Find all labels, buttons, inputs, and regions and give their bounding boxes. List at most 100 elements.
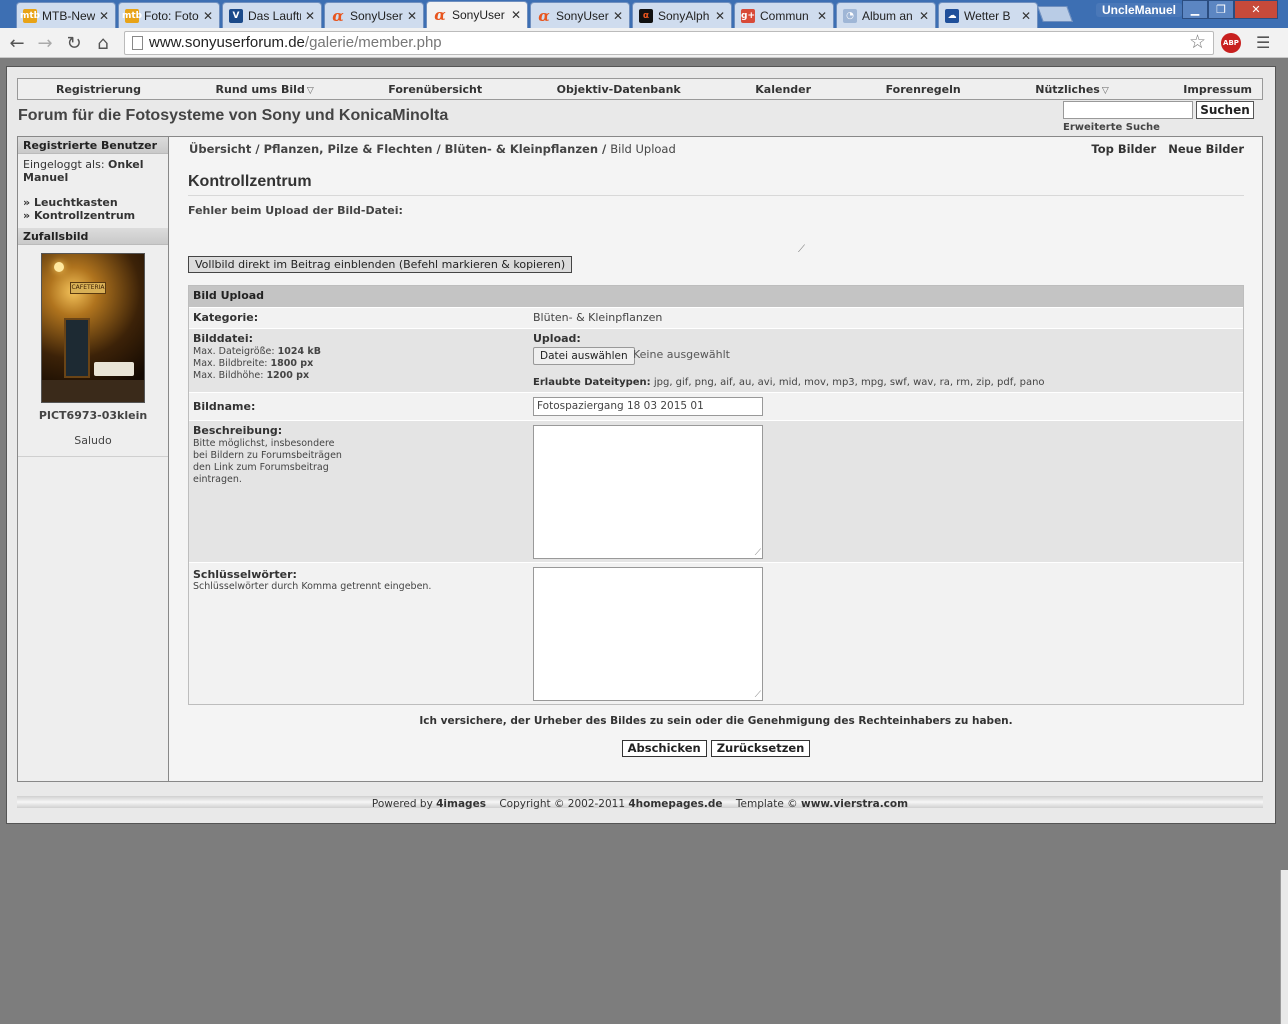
nav-impressum[interactable]: Impressum	[1183, 83, 1252, 96]
close-tab-icon[interactable]: ✕	[1021, 9, 1031, 23]
album-icon: ◔	[843, 8, 857, 23]
browser-toolbar: ← → ↻ ⌂ www.sonyuserforum.de/galerie/mem…	[0, 28, 1288, 58]
nav-forenuebersicht[interactable]: Forenübersicht	[388, 83, 482, 96]
nav-forenregeln[interactable]: Forenregeln	[886, 83, 961, 96]
minimize-icon[interactable]: ▁	[1182, 0, 1208, 19]
nav-rund-ums-bild[interactable]: Rund ums Bild ▽	[216, 83, 314, 96]
home-icon[interactable]: ⌂	[92, 32, 114, 54]
sidebar-item-leuchtkasten[interactable]: » Leuchtkasten	[23, 196, 163, 209]
close-tab-icon[interactable]: ✕	[203, 9, 213, 23]
login-info: Eingeloggt als: Onkel Manuel » Leuchtkas…	[18, 154, 168, 228]
random-image-caption[interactable]: PICT6973-03klein	[18, 409, 168, 422]
browser-tab[interactable]: g+ Commun ✕	[734, 2, 834, 28]
registered-users-header: Registrierte Benutzer	[18, 137, 168, 154]
footer-vierstra-link[interactable]: www.vierstra.com	[801, 798, 908, 810]
random-image-thumbnail[interactable]: CAFETERIA	[41, 253, 145, 403]
vollbild-button[interactable]: Vollbild direkt im Beitrag einblenden (B…	[188, 256, 573, 273]
sidebar-item-kontrollzentrum[interactable]: » Kontrollzentrum	[23, 209, 163, 222]
category-label: Kategorie:	[193, 311, 259, 324]
browser-tab[interactable]: ◔ Album an ✕	[836, 2, 936, 28]
site-title[interactable]: Forum für die Fotosysteme von Sony und K…	[18, 107, 448, 125]
cafeteria-sign: CAFETERIA	[70, 282, 106, 294]
form-actions: Abschicken Zurücksetzen	[170, 740, 1262, 757]
reset-button[interactable]: Zurücksetzen	[710, 740, 811, 757]
close-tab-icon[interactable]: ✕	[511, 8, 521, 22]
nav-kalender[interactable]: Kalender	[755, 83, 811, 96]
breadcrumb-item[interactable]: Blüten- & Kleinpflanzen	[445, 142, 598, 156]
close-tab-icon[interactable]: ✕	[817, 9, 827, 23]
random-image-user[interactable]: Saludo	[18, 434, 168, 447]
upload-form: Bild Upload Kategorie: Blüten- & Kleinpf…	[188, 285, 1244, 705]
description-label: Beschreibung:	[193, 424, 283, 437]
new-tab-button[interactable]	[1037, 6, 1073, 22]
page-title: Kontrollzentrum	[188, 173, 312, 190]
reload-icon[interactable]: ↻	[63, 32, 85, 54]
close-tab-icon[interactable]: ✕	[919, 9, 929, 23]
gallery-links: Top Bilder Neue Bilder	[1083, 142, 1244, 156]
menu-icon[interactable]: ☰	[1256, 33, 1270, 52]
neue-bilder-link[interactable]: Neue Bilder	[1168, 142, 1244, 156]
breadcrumb-current: Bild Upload	[610, 142, 676, 156]
nav-registrierung[interactable]: Registrierung	[56, 83, 141, 96]
bookmark-star-icon[interactable]: ☆	[1189, 31, 1206, 53]
close-tab-icon[interactable]: ✕	[305, 9, 315, 23]
address-bar[interactable]: www.sonyuserforum.de/galerie/member.php	[124, 31, 1214, 55]
close-window-icon[interactable]: ✕	[1234, 0, 1278, 19]
mtb-news-icon: mtb	[121, 8, 143, 23]
divider	[188, 195, 1244, 196]
profile-name[interactable]: UncleManuel	[1096, 3, 1183, 17]
breadcrumb-item[interactable]: Pflanzen, Pilze & Flechten	[264, 142, 433, 156]
google-plus-icon: g+	[741, 8, 755, 23]
alpha-icon: α	[332, 6, 344, 25]
breadcrumb-item[interactable]: Übersicht	[189, 142, 251, 156]
mtb-news-icon: mtb	[19, 8, 41, 23]
category-value: Blüten- & Kleinpflanzen	[533, 311, 663, 324]
browser-tab[interactable]: mtb MTB-News✕	[16, 2, 116, 28]
alpha-icon: α	[639, 8, 653, 23]
name-label: Bildname:	[193, 400, 256, 413]
error-message: Fehler beim Upload der Bild-Datei:	[188, 204, 403, 217]
search-input[interactable]	[1063, 101, 1193, 119]
adblock-plus-icon[interactable]: ABP	[1221, 33, 1241, 53]
browser-tab[interactable]: α SonyAlph ✕	[632, 2, 732, 28]
close-tab-icon[interactable]: ✕	[99, 9, 109, 23]
search-button[interactable]: Suchen	[1196, 101, 1254, 119]
resize-grip-icon[interactable]: ⟋	[798, 244, 805, 255]
page-icon	[132, 36, 143, 50]
browser-tab[interactable]: α SonyUser ✕	[530, 2, 630, 28]
image-name-input[interactable]: Fotospaziergang 18 03 2015 01	[533, 397, 763, 416]
footer-4homepages-link[interactable]: 4homepages.de	[628, 798, 722, 810]
footer-4images-link[interactable]: 4images	[436, 798, 486, 810]
file-label: Bilddatei:	[193, 332, 253, 345]
advanced-search-link[interactable]: Erweiterte Suche	[1063, 122, 1160, 133]
random-image-header: Zufallsbild	[18, 228, 168, 245]
browser-tab[interactable]: mtb Foto: Foto ✕	[118, 2, 220, 28]
name-row: Bildname: Fotospaziergang 18 03 2015 01	[189, 392, 1243, 420]
nav-nuetzliches[interactable]: Nützliches ▽	[1035, 83, 1109, 96]
category-row: Kategorie: Blüten- & Kleinpflanzen	[189, 307, 1243, 328]
browser-tab-active[interactable]: α SonyUser ✕	[426, 1, 528, 28]
description-row: Beschreibung: Bitte möglichst, insbesond…	[189, 420, 1243, 562]
copyright-consent: Ich versichere, der Urheber des Bildes z…	[419, 715, 1013, 727]
restore-icon[interactable]: ❐	[1208, 0, 1234, 19]
form-header: Bild Upload	[189, 286, 1243, 307]
choose-file-button[interactable]: Datei auswählen	[533, 347, 635, 365]
description-textarea[interactable]: ⟋	[533, 425, 763, 559]
nav-objektiv-datenbank[interactable]: Objektiv-Datenbank	[557, 83, 681, 96]
top-bilder-link[interactable]: Top Bilder	[1091, 142, 1156, 156]
close-tab-icon[interactable]: ✕	[715, 9, 725, 23]
close-tab-icon[interactable]: ✕	[613, 9, 623, 23]
chevron-down-icon: ▽	[1101, 85, 1109, 96]
file-row: Bilddatei: Max. Dateigröße: 1024 kB Max.…	[189, 328, 1243, 392]
close-tab-icon[interactable]: ✕	[407, 9, 417, 23]
keywords-textarea[interactable]: ⟋	[533, 567, 763, 701]
submit-button[interactable]: Abschicken	[621, 740, 707, 757]
resize-grip-icon[interactable]: ⟋	[755, 548, 761, 558]
browser-tabstrip: mtb MTB-News✕ mtb Foto: Foto✕ V Das Lauf…	[0, 0, 1288, 28]
browser-tab[interactable]: V Das Lauftr ✕	[222, 2, 322, 28]
forward-arrow-icon[interactable]: →	[34, 32, 56, 54]
browser-tab[interactable]: ☁ Wetter B ✕	[938, 2, 1038, 28]
back-arrow-icon[interactable]: ←	[6, 32, 28, 54]
resize-grip-icon[interactable]: ⟋	[755, 690, 761, 700]
browser-tab[interactable]: α SonyUser ✕	[324, 2, 424, 28]
